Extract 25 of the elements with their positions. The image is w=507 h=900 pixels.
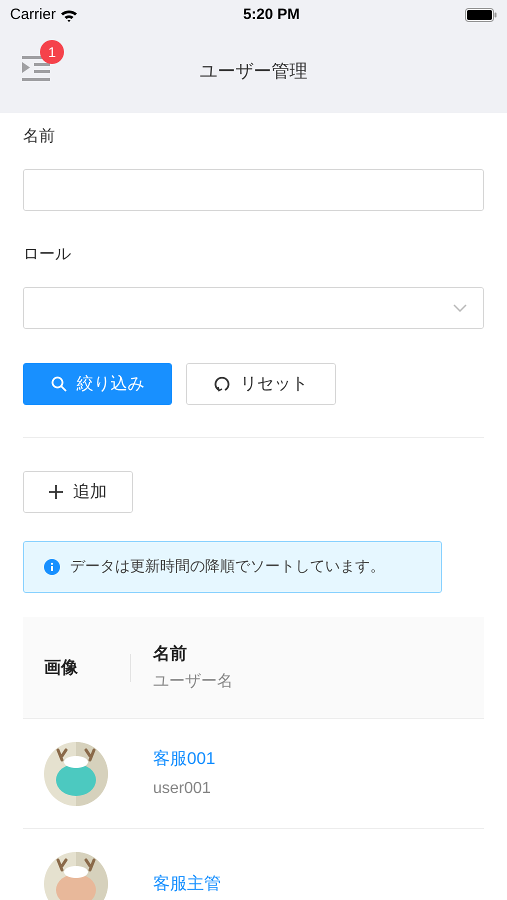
alert-text: データは更新時間の降順でソートしています。	[70, 556, 385, 577]
user-name-link[interactable]: 客服主管	[153, 870, 221, 896]
reset-button[interactable]: リセット	[186, 363, 336, 405]
field-label: 名前	[23, 127, 56, 147]
plus-icon	[49, 485, 63, 499]
chevron-down-icon	[453, 304, 467, 312]
column-header: 名前	[153, 642, 188, 665]
field-label: ロール	[23, 245, 72, 265]
search-icon	[50, 376, 66, 392]
reload-icon	[214, 376, 230, 392]
user-name-link[interactable]: 客服001	[153, 746, 216, 772]
clock-time: 5:20 PM	[243, 4, 300, 25]
column-header: 画像	[43, 656, 79, 679]
username-text: user001	[153, 779, 212, 800]
filter-button[interactable]: 絞り込み	[23, 363, 172, 405]
role-select[interactable]	[23, 287, 484, 329]
notification-badge: 1	[40, 40, 64, 64]
wifi-icon	[60, 8, 78, 22]
battery-icon	[464, 8, 497, 22]
add-button[interactable]: 追加	[23, 471, 133, 513]
carrier-label: Carrier	[10, 4, 56, 25]
name-input[interactable]	[23, 169, 484, 211]
info-icon	[44, 559, 60, 575]
page-title: ユーザー管理	[200, 60, 308, 83]
column-subheader: ユーザー名	[153, 672, 233, 692]
